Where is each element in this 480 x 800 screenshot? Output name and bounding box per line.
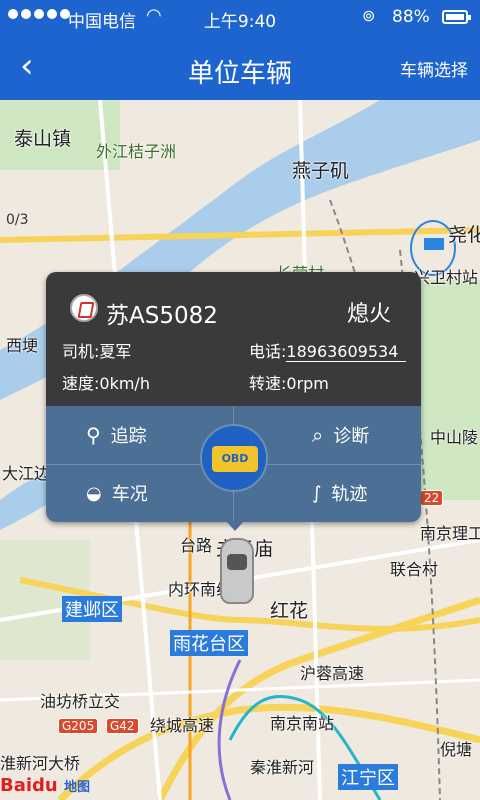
status-bar: 中国电信 ◠ 上午9:40 ⊚ 88%	[0, 0, 480, 36]
track-button[interactable]: ⚲ 追踪	[86, 422, 147, 448]
map-label: 倪塘	[440, 740, 473, 759]
speed-label: 速度:0km/h	[62, 374, 150, 393]
obd-button[interactable]: OBD	[200, 424, 268, 492]
nav-bar: ‹ 单位车辆 车辆选择	[0, 36, 480, 100]
plate-number: 苏AS5082	[106, 303, 218, 329]
battery-percent: 88%	[392, 7, 430, 27]
car-icon: ◒	[86, 482, 102, 504]
map-label: 淮新河大桥	[0, 754, 81, 773]
obd-engine-icon: OBD	[212, 446, 258, 472]
map-label: 建邺区	[62, 596, 122, 622]
route-icon: ∫	[312, 482, 322, 504]
popup-header: 苏AS5082 熄火 司机:夏军 电话:18963609534 速度:0km/h…	[46, 272, 421, 406]
popup-pointer	[226, 521, 244, 531]
diagnose-label: 诊断	[333, 426, 370, 447]
map-label: 泰山镇	[14, 128, 72, 150]
map-label: 南京理工	[420, 524, 480, 543]
phone-row: 电话:18963609534	[249, 338, 407, 362]
brand-logo-icon	[70, 294, 98, 322]
map-scale: 0/3	[6, 212, 29, 228]
map-label: 秦淮新河	[250, 758, 315, 777]
map-label: 中山陵	[430, 428, 479, 447]
highway-shield: G205	[58, 718, 99, 734]
baidu-logo-text: Baidu	[0, 775, 58, 796]
vehicle-marker-icon[interactable]	[220, 538, 254, 604]
rpm-label: 转速:0rpm	[249, 374, 329, 393]
map-label: 油坊桥立交	[40, 692, 121, 711]
search-icon: ⌕	[312, 423, 324, 447]
map-label: 燕子矶	[292, 160, 350, 182]
map-label: 红花	[270, 600, 309, 622]
map-label: 兴卫村站	[414, 268, 479, 287]
condition-label: 车况	[111, 484, 148, 505]
vehicle-select-button[interactable]: 车辆选择	[400, 56, 468, 81]
phone-link[interactable]: 18963609534	[286, 342, 407, 362]
track-label: 追踪	[110, 426, 147, 447]
location-icon	[424, 238, 444, 250]
vehicle-info-popup: 苏AS5082 熄火 司机:夏军 电话:18963609534 速度:0km/h…	[46, 272, 421, 522]
map-label: 台路	[180, 536, 213, 555]
battery-icon	[442, 10, 471, 24]
map-label: 雨花台区	[170, 630, 248, 656]
condition-button[interactable]: ◒ 车况	[86, 480, 148, 506]
trajectory-label: 轨迹	[331, 484, 368, 505]
baidu-map-text: 地图	[64, 780, 91, 795]
highway-shield: G42	[106, 718, 139, 734]
map-label: 西埂	[6, 336, 39, 355]
highway-shield: 22	[420, 490, 444, 506]
map-label: 南京南站	[270, 714, 335, 733]
driver-label: 司机:夏军	[62, 342, 132, 361]
phone-label: 电话:	[249, 342, 287, 361]
map-label: 大江边	[2, 464, 51, 483]
map-label: 尧化	[448, 224, 480, 246]
rotation-lock-icon: ⊚	[362, 6, 376, 25]
map-label: 联合村	[390, 560, 439, 579]
location-pin-icon: ⚲	[86, 423, 101, 447]
map-label: 沪蓉高速	[300, 664, 365, 683]
diagnose-button[interactable]: ⌕ 诊断	[312, 422, 369, 448]
map-label: 绕城高速	[150, 716, 215, 735]
engine-status: 熄火	[346, 302, 391, 327]
baidu-map-logo: Baidu 地图	[0, 775, 90, 796]
map-label: 外江桔子洲	[96, 142, 177, 161]
map-label: 江宁区	[338, 764, 398, 790]
trajectory-button[interactable]: ∫ 轨迹	[312, 480, 367, 506]
